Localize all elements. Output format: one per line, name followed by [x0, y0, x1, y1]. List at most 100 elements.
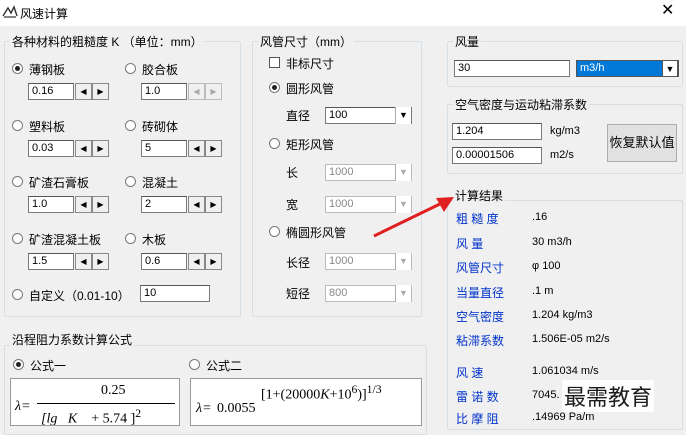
roughness-spinner[interactable]: ◀ ▶: [75, 253, 109, 270]
chevron-down-icon[interactable]: ▼: [395, 285, 411, 302]
result-value: 1.506E-05 m2/s: [532, 333, 610, 345]
materials-legend: 各种材料的粗糙度 K （单位：mm）: [10, 33, 205, 50]
roughness-input[interactable]: 1.5: [28, 253, 74, 270]
formula2-coef: 0.0055: [217, 401, 256, 416]
arrow-left-icon[interactable]: ◀: [75, 196, 92, 213]
result-label: 粗 糙 度: [456, 212, 499, 226]
formula-legend: 沿程阻力系数计算公式: [10, 331, 135, 348]
material-label: 矿渣混凝土板: [29, 233, 102, 247]
chevron-down-icon[interactable]: ▼: [395, 164, 411, 181]
rect-duct-radio[interactable]: [269, 138, 280, 149]
material-radio[interactable]: [125, 176, 136, 187]
viscosity-unit: m2/s: [550, 149, 574, 161]
arrow-annotation: [373, 197, 454, 238]
roughness-input[interactable]: 1.0: [28, 196, 74, 213]
formula2-label: 公式二: [206, 359, 243, 373]
material-label: 砖砌体: [142, 120, 179, 134]
arrow-right-icon[interactable]: ▶: [92, 253, 109, 270]
formula1-numerator: 0.25: [101, 383, 126, 398]
arrow-right-icon[interactable]: ▶: [205, 140, 222, 157]
roughness-spinner[interactable]: ◀ ▶: [75, 83, 109, 100]
arrow-left-icon[interactable]: ◀: [188, 83, 205, 100]
close-icon[interactable]: ✕: [661, 2, 674, 20]
material-radio[interactable]: [12, 120, 23, 131]
material-radio[interactable]: [12, 63, 23, 74]
custom-input[interactable]: 10: [140, 285, 210, 302]
result-label: 粘滞系数: [456, 334, 505, 348]
roughness-spinner[interactable]: ◀ ▶: [188, 196, 222, 213]
minor-axis-label: 短径: [286, 287, 311, 301]
formula2-radio[interactable]: [189, 359, 200, 370]
nonstandard-checkbox[interactable]: [269, 57, 280, 68]
roughness-spinner[interactable]: ◀ ▶: [188, 140, 222, 157]
custom-label: 自定义（0.01-10）: [29, 289, 130, 303]
arrow-right-icon[interactable]: ▶: [92, 140, 109, 157]
result-label: 风 量: [456, 237, 484, 251]
material-radio[interactable]: [125, 63, 136, 74]
air-legend: 空气密度与运动粘滞系数: [453, 96, 590, 113]
formula1-label: 公式一: [30, 359, 67, 373]
material-radio[interactable]: [12, 176, 23, 187]
viscosity-input[interactable]: 0.00001506: [452, 147, 542, 164]
material-radio[interactable]: [125, 120, 136, 131]
arrow-left-icon[interactable]: ◀: [75, 253, 92, 270]
material-label: 薄钢板: [29, 63, 66, 77]
ellipse-duct-radio[interactable]: [269, 226, 280, 237]
material-label: 胶合板: [142, 63, 179, 77]
chevron-down-icon[interactable]: ▼: [395, 107, 411, 124]
roughness-spinner[interactable]: ◀ ▶: [75, 196, 109, 213]
diameter-label: 直径: [286, 109, 311, 123]
formula1-fraction-line: [37, 403, 175, 404]
roughness-input[interactable]: 0.6: [141, 253, 187, 270]
formula1-radio[interactable]: [13, 359, 24, 370]
result-label: 空气密度: [456, 310, 505, 324]
roughness-input[interactable]: 0.16: [28, 83, 74, 100]
flow-input[interactable]: 30: [454, 60, 570, 77]
flow-legend: 风量: [453, 33, 482, 50]
roughness-input[interactable]: 1.0: [141, 83, 187, 100]
roughness-spinner[interactable]: ◀ ▶: [75, 140, 109, 157]
material-label: 木板: [142, 233, 167, 247]
roughness-spinner[interactable]: ◀ ▶: [188, 83, 222, 100]
arrow-right-icon[interactable]: ▶: [205, 196, 222, 213]
density-input[interactable]: 1.204: [452, 123, 542, 140]
arrow-right-icon[interactable]: ▶: [92, 196, 109, 213]
material-label: 塑料板: [29, 120, 66, 134]
result-value: .16: [532, 211, 548, 223]
rect-duct-label: 矩形风管: [286, 138, 335, 152]
result-label: 风 速: [456, 366, 484, 380]
formula1-image: λ= 0.25 [lg K + 5.74 ]2: [10, 378, 180, 426]
formula2-body: [1+(20000K+106)]1/3: [261, 383, 382, 403]
result-value: .1 m: [532, 285, 554, 297]
roughness-input[interactable]: 0.03: [28, 140, 74, 157]
nonstandard-label: 非标尺寸: [286, 57, 335, 71]
major-axis-label: 长径: [286, 256, 311, 270]
length-label: 长: [286, 166, 299, 180]
arrow-right-icon[interactable]: ▶: [205, 83, 222, 100]
round-duct-label: 圆形风管: [286, 82, 335, 96]
result-value: φ 100: [532, 260, 561, 272]
roughness-spinner[interactable]: ◀ ▶: [188, 253, 222, 270]
material-radio[interactable]: [12, 233, 23, 244]
arrow-left-icon[interactable]: ◀: [188, 196, 205, 213]
round-duct-radio[interactable]: [269, 82, 280, 93]
arrow-right-icon[interactable]: ▶: [92, 83, 109, 100]
chevron-down-icon[interactable]: ▼: [662, 60, 678, 77]
result-label: 雷 诺 数: [456, 390, 499, 404]
custom-radio[interactable]: [12, 289, 23, 300]
arrow-right-icon[interactable]: ▶: [205, 253, 222, 270]
result-value: 1.061034 m/s: [532, 365, 599, 377]
arrow-left-icon[interactable]: ◀: [188, 140, 205, 157]
ellipse-duct-label: 椭圆形风管: [286, 226, 347, 240]
chevron-down-icon[interactable]: ▼: [395, 253, 411, 270]
window-title: 风速计算: [20, 7, 69, 21]
roughness-input[interactable]: 5: [141, 140, 187, 157]
arrow-left-icon[interactable]: ◀: [188, 253, 205, 270]
duct-legend: 风管尺寸（mm）: [258, 33, 354, 50]
material-radio[interactable]: [125, 233, 136, 244]
arrow-left-icon[interactable]: ◀: [75, 83, 92, 100]
roughness-input[interactable]: 2: [141, 196, 187, 213]
reset-default-button[interactable]: 恢复默认值: [607, 124, 677, 162]
arrow-left-icon[interactable]: ◀: [75, 140, 92, 157]
result-value: 30 m3/h: [532, 236, 572, 248]
